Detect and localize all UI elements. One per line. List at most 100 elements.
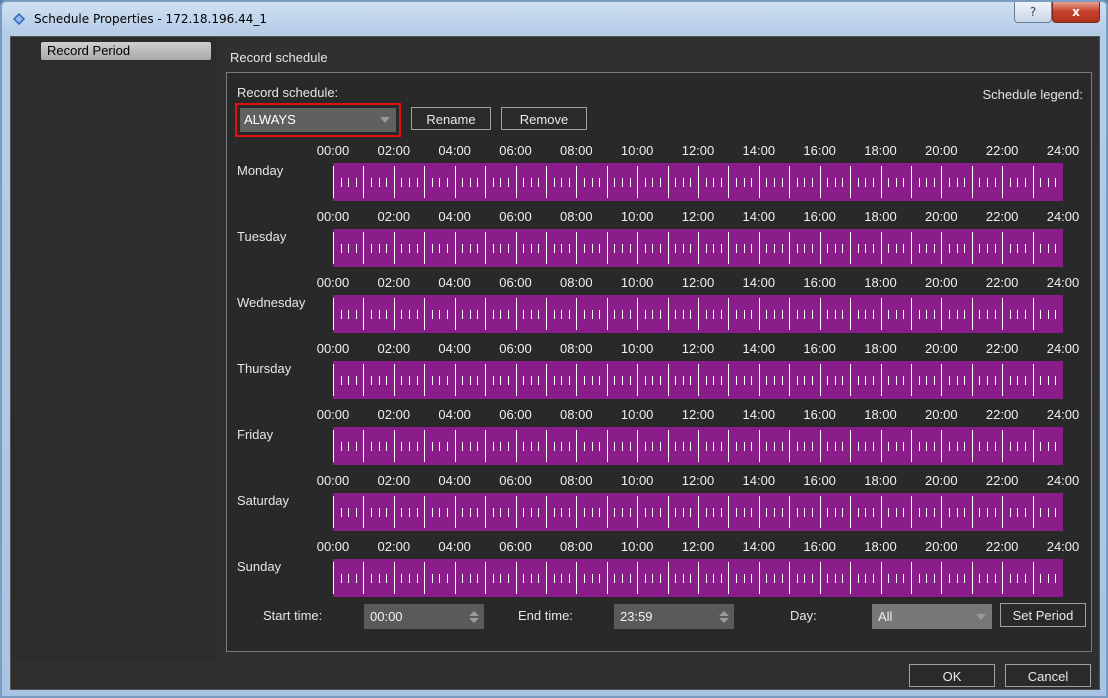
window-title: Schedule Properties - 172.18.196.44_1 xyxy=(34,12,267,26)
hour-label: 06:00 xyxy=(499,407,532,422)
hour-label: 04:00 xyxy=(438,407,471,422)
content-area: Record schedule Record schedule: Schedul… xyxy=(216,37,1099,660)
hour-label: 12:00 xyxy=(681,143,715,158)
hour-label: 00:00 xyxy=(316,275,350,290)
schedule-bar[interactable] xyxy=(333,229,1063,267)
end-time-value: 23:59 xyxy=(620,609,653,624)
schedule-legend-label: Schedule legend: xyxy=(982,87,1083,102)
section-title: Record schedule xyxy=(230,50,328,65)
help-button[interactable]: ? xyxy=(1014,2,1052,23)
hour-label: 08:00 xyxy=(560,341,593,356)
hour-label: 00:00 xyxy=(316,407,350,422)
hour-label: 10:00 xyxy=(620,209,654,224)
hour-label: 22:00 xyxy=(985,407,1019,422)
hour-label: 06:00 xyxy=(499,539,532,554)
hour-label: 16:00 xyxy=(803,539,836,554)
hour-label: 24:00 xyxy=(1046,143,1080,158)
hour-label: 20:00 xyxy=(925,143,958,158)
schedule-bar[interactable] xyxy=(333,163,1063,201)
schedule-select[interactable]: ALWAYS xyxy=(240,108,396,132)
ok-button[interactable]: OK xyxy=(909,664,995,687)
hour-label: 04:00 xyxy=(438,473,471,488)
schedule-bar[interactable] xyxy=(333,295,1063,333)
hour-label: 24:00 xyxy=(1046,407,1080,422)
hour-label: 02:00 xyxy=(377,143,411,158)
schedule-panel: Record schedule: Schedule legend: ALWAYS… xyxy=(226,72,1092,652)
set-period-button[interactable]: Set Period xyxy=(1000,603,1086,627)
day-row: 00:00 02:00 04:00 06:00 08:00 10:00 12:00 14:00… xyxy=(227,407,1093,473)
sidebar-item-record-period[interactable]: Record Period xyxy=(41,42,211,60)
chevron-down-icon xyxy=(380,117,390,123)
hour-label: 24:00 xyxy=(1046,473,1080,488)
start-time-label: Start time: xyxy=(263,608,323,623)
day-row: 00:00 02:00 04:00 06:00 08:00 10:00 12:00 14:00… xyxy=(227,539,1093,605)
hour-label: 08:00 xyxy=(560,143,593,158)
hour-label: 06:00 xyxy=(499,209,532,224)
hour-label: 18:00 xyxy=(864,143,897,158)
app-diamond-icon xyxy=(13,13,25,25)
hour-label: 20:00 xyxy=(925,275,958,290)
hour-label: 12:00 xyxy=(681,473,715,488)
rename-button[interactable]: Rename xyxy=(411,107,491,130)
day-label: Thursday xyxy=(237,361,292,376)
hour-label: 00:00 xyxy=(316,209,350,224)
day-label: Monday xyxy=(237,163,284,178)
hour-label: 10:00 xyxy=(620,473,654,488)
schedule-bar[interactable] xyxy=(333,427,1063,465)
day-row: 00:00 02:00 04:00 06:00 08:00 10:00 12:00 14:00… xyxy=(227,341,1093,407)
schedule-bar[interactable] xyxy=(333,559,1063,597)
help-icon: ? xyxy=(1029,5,1037,19)
day-select[interactable]: All xyxy=(872,604,992,629)
end-time-input[interactable]: 23:59 xyxy=(614,604,734,629)
hour-label: 24:00 xyxy=(1046,539,1080,554)
hour-label: 22:00 xyxy=(985,341,1019,356)
day-label: Tuesday xyxy=(237,229,287,244)
spin-arrows-icon[interactable] xyxy=(719,611,729,623)
hour-label: 12:00 xyxy=(681,209,715,224)
day-label: Saturday xyxy=(237,493,290,508)
hour-label: 02:00 xyxy=(377,209,411,224)
hour-label: 04:00 xyxy=(438,275,471,290)
hour-label: 20:00 xyxy=(925,407,958,422)
hour-label: 08:00 xyxy=(560,539,593,554)
hour-label: 22:00 xyxy=(985,209,1019,224)
hour-label: 02:00 xyxy=(377,341,411,356)
hour-label: 20:00 xyxy=(925,341,958,356)
hour-label: 06:00 xyxy=(499,143,532,158)
hour-label: 10:00 xyxy=(620,275,654,290)
spin-arrows-icon[interactable] xyxy=(469,611,479,623)
remove-button[interactable]: Remove xyxy=(501,107,587,130)
hour-label: 14:00 xyxy=(742,539,776,554)
hour-label: 24:00 xyxy=(1046,209,1080,224)
hour-label: 16:00 xyxy=(803,275,836,290)
hour-label: 10:00 xyxy=(620,539,654,554)
close-icon: x xyxy=(1072,5,1080,19)
hour-label: 14:00 xyxy=(742,341,776,356)
hour-label: 20:00 xyxy=(925,473,958,488)
hour-label: 18:00 xyxy=(864,407,897,422)
hour-label: 18:00 xyxy=(864,275,897,290)
hour-label: 22:00 xyxy=(985,539,1019,554)
hour-label: 20:00 xyxy=(925,209,958,224)
day-label: Wednesday xyxy=(237,295,306,310)
cancel-button[interactable]: Cancel xyxy=(1005,664,1091,687)
sidebar: Record Period xyxy=(11,37,216,660)
hour-label: 02:00 xyxy=(377,407,411,422)
start-time-input[interactable]: 00:00 xyxy=(364,604,484,629)
hour-label: 14:00 xyxy=(742,209,776,224)
hour-label: 06:00 xyxy=(499,341,532,356)
hour-label: 16:00 xyxy=(803,473,836,488)
schedule-select-value: ALWAYS xyxy=(244,112,296,127)
hour-label: 22:00 xyxy=(985,143,1019,158)
hour-label: 12:00 xyxy=(681,407,715,422)
hour-label: 20:00 xyxy=(925,539,958,554)
hour-label: 18:00 xyxy=(864,209,897,224)
hour-label: 24:00 xyxy=(1046,275,1080,290)
close-button[interactable]: x xyxy=(1052,2,1100,23)
hour-label: 08:00 xyxy=(560,275,593,290)
hour-label: 02:00 xyxy=(377,539,411,554)
schedule-bar[interactable] xyxy=(333,361,1063,399)
period-controls: Start time: 00:00 End time: 23:59 Day: A… xyxy=(227,598,1093,638)
hour-label: 00:00 xyxy=(316,341,350,356)
schedule-bar[interactable] xyxy=(333,493,1063,531)
